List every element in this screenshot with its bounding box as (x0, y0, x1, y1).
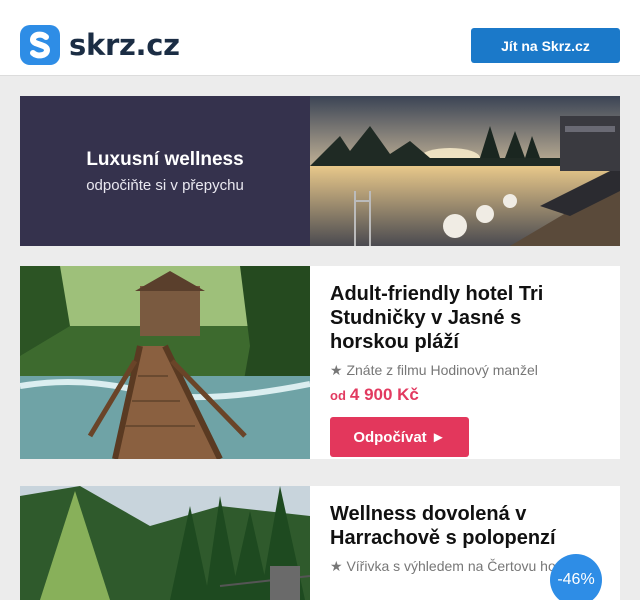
skrz-logo[interactable]: skrz.cz (20, 25, 180, 65)
banner-title: Luxusní wellness (86, 148, 244, 170)
banner-text-panel: Luxusní wellness odpočiňte si v přepychu (20, 96, 310, 246)
banner-pool-image (310, 96, 620, 246)
offer-card-body: Adult-friendly hotel Tri Studničky v Jas… (310, 266, 620, 459)
go-to-skrz-button[interactable]: Jít na Skrz.cz (471, 28, 620, 63)
logo-text: skrz.cz (69, 28, 180, 62)
header: skrz.cz Jít na Skrz.cz (0, 0, 640, 76)
offer-note: ★ Znáte z filmu Hodinový manžel (330, 362, 538, 378)
price-prefix: od (330, 388, 346, 403)
offer-image-mountains (20, 486, 310, 600)
wellness-banner[interactable]: Luxusní wellness odpočiňte si v přepychu (20, 96, 620, 246)
offer-price: od 4 900 Kč (330, 385, 600, 405)
relax-button[interactable]: Odpočívat ► (330, 417, 469, 457)
discount-badge: -46% (550, 554, 602, 600)
offer-image-bridge (20, 266, 310, 459)
offer-card[interactable]: Wellness dovolená v Harrachově s polopen… (20, 486, 620, 600)
price-value: 4 900 Kč (349, 385, 419, 404)
logo-s-icon (20, 25, 60, 65)
offer-title[interactable]: Wellness dovolená v Harrachově s polopen… (330, 502, 600, 550)
offer-card-body: Wellness dovolená v Harrachově s polopen… (310, 486, 620, 600)
offer-card[interactable]: Adult-friendly hotel Tri Studničky v Jas… (20, 266, 620, 459)
banner-subtitle: odpočiňte si v přepychu (86, 176, 244, 194)
offer-title[interactable]: Adult-friendly hotel Tri Studničky v Jas… (330, 282, 600, 354)
